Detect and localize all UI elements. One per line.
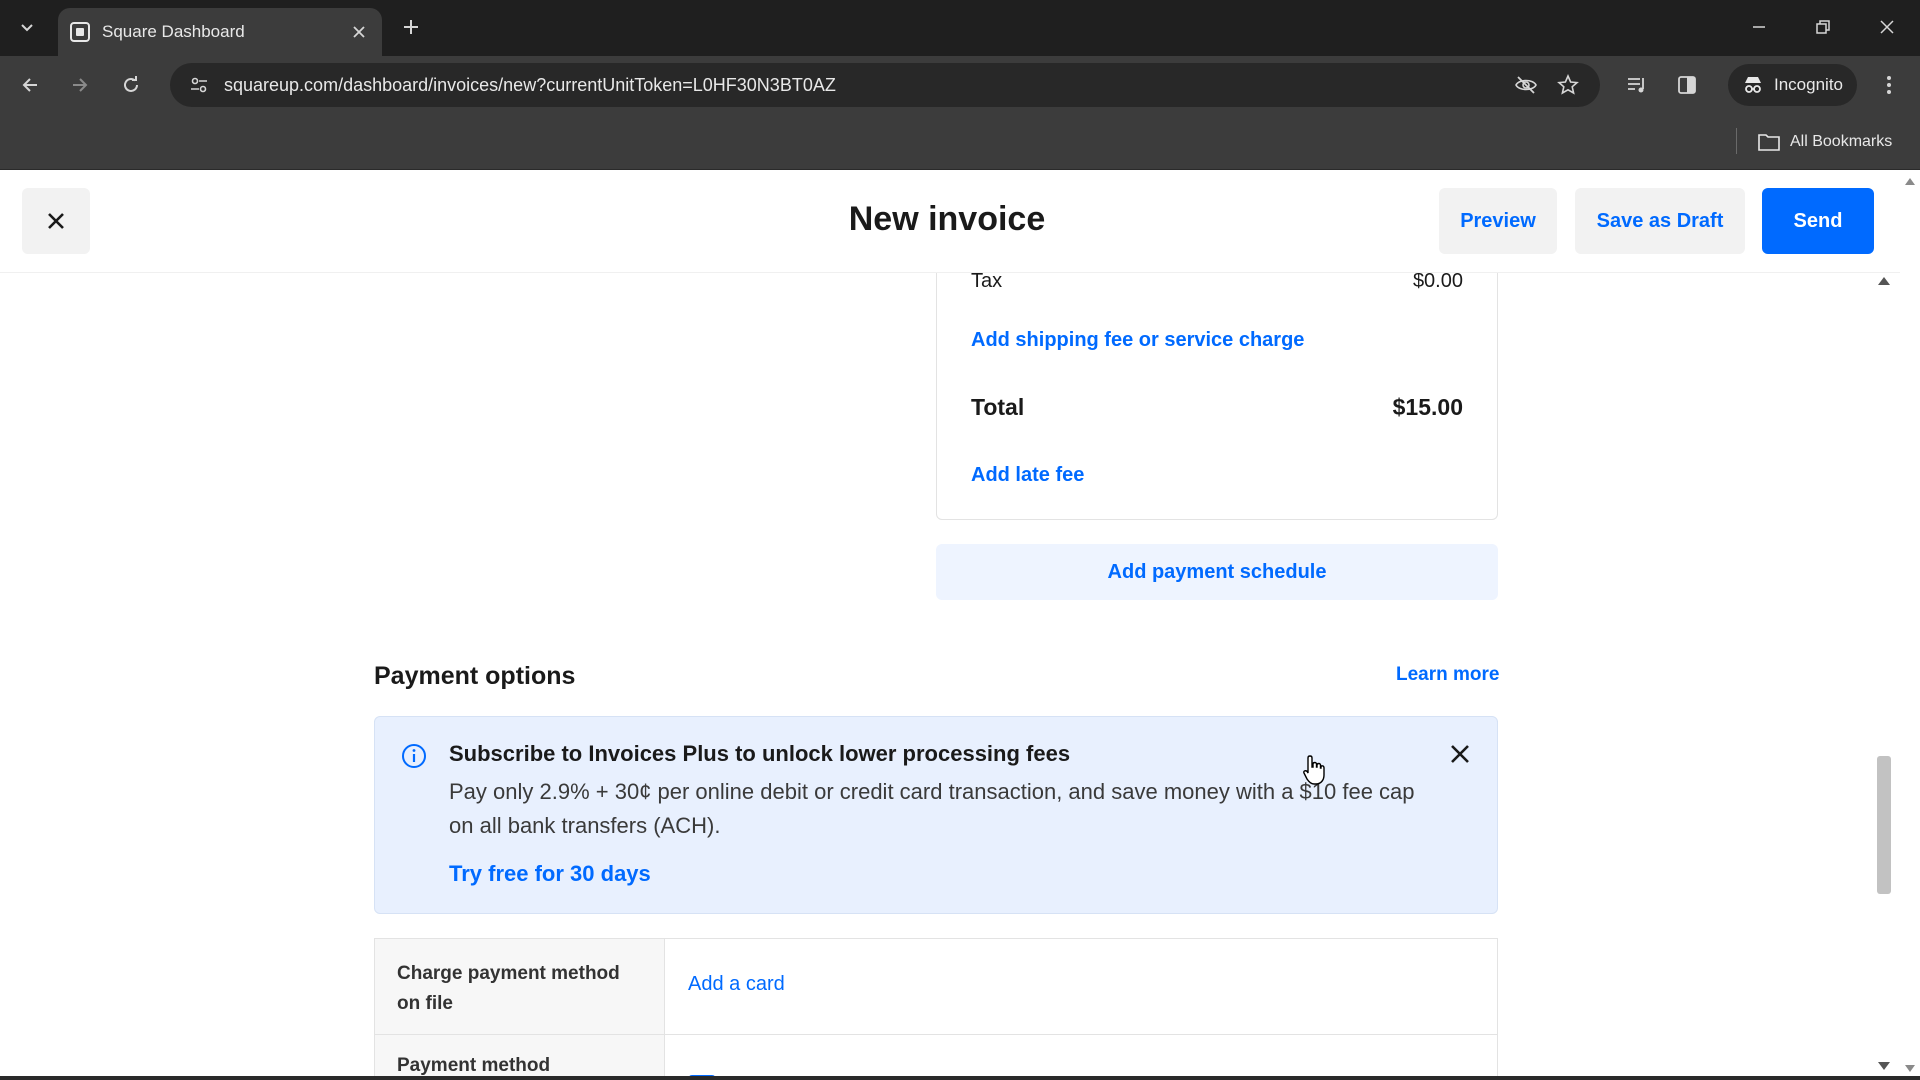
chevron-down-icon	[21, 24, 33, 32]
promo-title: Subscribe to Invoices Plus to unlock low…	[449, 741, 1071, 766]
preview-button[interactable]: Preview	[1439, 188, 1557, 254]
bookmarks-bar: All Bookmarks	[0, 114, 1920, 170]
arrow-right-icon	[73, 78, 88, 92]
side-panel-button[interactable]	[1670, 68, 1704, 102]
add-shipping-fee-link[interactable]: Add shipping fee or service charge	[971, 329, 1304, 352]
payment-option-label-cell: Payment method	[375, 1035, 665, 1080]
invoices-plus-promo-banner: Subscribe to Invoices Plus to unlock low…	[374, 716, 1498, 914]
total-label: Total	[971, 394, 1025, 420]
reload-button[interactable]	[114, 68, 148, 102]
learn-more-link[interactable]: Learn more	[1396, 664, 1499, 686]
plus-icon	[404, 20, 418, 34]
payment-option-row: Charge payment method on file Add a card	[375, 939, 1497, 1035]
content-scrollbar[interactable]	[1874, 273, 1894, 1080]
restore-window-button[interactable]	[1808, 12, 1838, 42]
new-tab-button[interactable]	[396, 12, 426, 42]
dismiss-promo-button[interactable]	[1445, 739, 1475, 769]
browser-tab-bar: Square Dashboard	[0, 0, 1920, 56]
payment-option-label-cell: Charge payment method on file	[375, 939, 665, 1034]
hand-pointer-cursor-icon	[1303, 755, 1325, 785]
scroll-down-arrow-icon[interactable]	[1878, 1062, 1890, 1070]
info-icon	[402, 744, 426, 768]
incognito-icon	[1745, 77, 1761, 93]
page-scroll-up-arrow-icon[interactable]	[1905, 178, 1915, 185]
incognito-indicator[interactable]: Incognito	[1728, 64, 1857, 106]
incognito-label: Incognito	[1774, 75, 1843, 94]
bookmarks-divider	[1736, 128, 1737, 154]
side-panel-icon	[1678, 76, 1696, 94]
reload-icon	[124, 76, 138, 92]
tune-icon	[191, 77, 207, 93]
close-icon	[353, 26, 365, 38]
back-button[interactable]	[13, 68, 47, 102]
folder-icon	[1758, 134, 1780, 151]
page-scroll-down-arrow-icon[interactable]	[1905, 1065, 1915, 1072]
star-icon	[1557, 74, 1579, 95]
media-control-icon	[1628, 78, 1644, 93]
bottom-edge	[0, 1076, 1920, 1080]
close-window-button[interactable]	[1872, 12, 1902, 42]
arrow-left-icon	[22, 78, 37, 92]
payment-method-label: Payment method	[397, 1055, 551, 1076]
save-as-draft-button[interactable]: Save as Draft	[1575, 188, 1745, 254]
invoice-summary-card: Tax $0.00 Add shipping fee or service ch…	[936, 260, 1498, 520]
payment-options-title: Payment options	[374, 662, 576, 690]
invoice-page: Tax $0.00 Add shipping fee or service ch…	[0, 170, 1920, 1080]
add-late-fee-link[interactable]: Add late fee	[971, 464, 1084, 487]
eye-off-icon	[1515, 76, 1537, 94]
tracking-protection-button[interactable]	[1510, 69, 1542, 101]
minimize-window-button[interactable]	[1744, 12, 1774, 42]
square-logo-icon	[70, 22, 90, 42]
url-text[interactable]: squareup.com/dashboard/invoices/new?curr…	[224, 75, 1500, 96]
tax-label: Tax	[971, 270, 1003, 292]
browser-menu-button[interactable]	[1872, 68, 1906, 102]
payment-option-row: Payment method	[375, 1035, 1497, 1080]
tax-value: $0.00	[1412, 270, 1463, 292]
restore-icon	[1816, 20, 1830, 34]
invoice-header: New invoice Preview Save as Draft Send	[0, 170, 1900, 273]
scroll-thumb[interactable]	[1877, 756, 1891, 894]
send-button[interactable]: Send	[1762, 188, 1874, 254]
tab-list-button[interactable]	[10, 10, 44, 44]
minimize-icon	[1753, 26, 1765, 28]
promo-body: Pay only 2.9% + 30¢ per online debit or …	[449, 779, 1415, 838]
kebab-menu-icon	[1887, 76, 1891, 94]
tab-title: Square Dashboard	[102, 22, 245, 41]
address-bar[interactable]: squareup.com/dashboard/invoices/new?curr…	[170, 63, 1600, 107]
add-payment-schedule-button[interactable]: Add payment schedule	[936, 544, 1498, 600]
browser-toolbar: squareup.com/dashboard/invoices/new?curr…	[0, 56, 1920, 114]
media-control-button[interactable]	[1620, 68, 1654, 102]
browser-tab-square-dashboard[interactable]: Square Dashboard	[58, 8, 382, 56]
payment-options-table: Charge payment method on file Add a card…	[374, 938, 1498, 1080]
close-icon	[1880, 20, 1894, 34]
scroll-up-arrow-icon[interactable]	[1878, 277, 1890, 285]
charge-on-file-label: Charge payment method on file	[397, 963, 620, 1014]
site-settings-button[interactable]	[186, 72, 212, 98]
all-bookmarks-button[interactable]: All Bookmarks	[1758, 128, 1892, 156]
close-tab-button[interactable]	[348, 21, 370, 43]
add-card-link[interactable]: Add a card	[688, 973, 785, 996]
try-free-link[interactable]: Try free for 30 days	[449, 861, 651, 887]
forward-button[interactable]	[63, 68, 97, 102]
all-bookmarks-label: All Bookmarks	[1790, 133, 1893, 150]
close-icon	[1451, 745, 1469, 763]
page-scrollbar[interactable]	[1900, 170, 1920, 1080]
bookmark-star-button[interactable]	[1552, 69, 1584, 101]
total-value: $15.00	[1392, 394, 1463, 420]
